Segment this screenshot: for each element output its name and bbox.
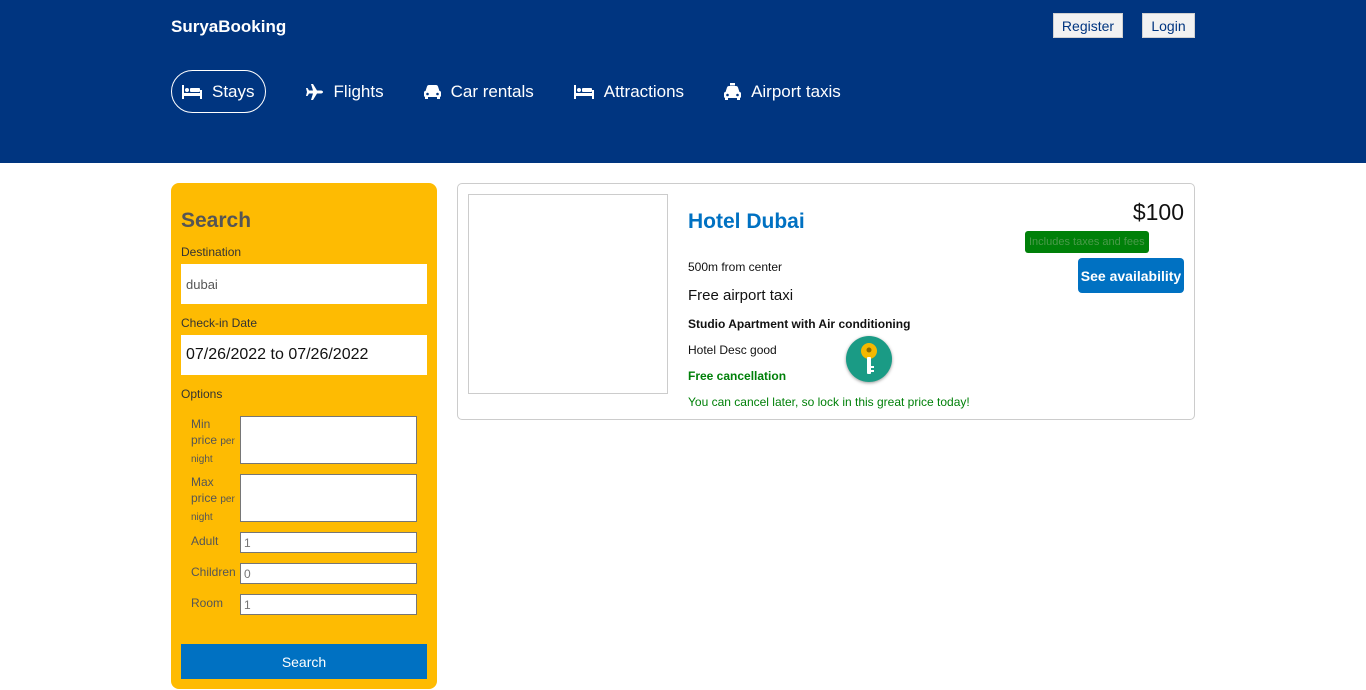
children-input[interactable]: 0 (240, 563, 417, 584)
distance: 500m from center (688, 260, 783, 274)
key-icon[interactable] (846, 336, 892, 382)
min-price-label: Min price per night (191, 417, 235, 465)
register-button[interactable]: Register (1053, 13, 1123, 38)
see-availability-button[interactable]: See availability (1078, 258, 1184, 293)
cancellation-title: Free cancellation (688, 369, 787, 383)
tab-attractions[interactable]: Attractions (573, 70, 685, 113)
bed-icon (182, 84, 202, 99)
search-title: Search (181, 209, 252, 232)
tax-badge: Includes taxes and fees (1025, 231, 1149, 253)
logo[interactable]: SuryaBooking (171, 17, 286, 37)
children-label: Children (191, 565, 236, 579)
cancellation-subtitle: You can cancel later, so lock in this gr… (688, 395, 970, 409)
destination-input[interactable]: dubai (181, 264, 427, 304)
max-price-label: Max price per night (191, 475, 235, 523)
tab-label: Airport taxis (751, 81, 841, 101)
plane-icon (305, 83, 323, 100)
search-result-item: Hotel Dubai 500m from center Free airpor… (457, 183, 1195, 420)
destination-label: Destination (181, 245, 242, 259)
tab-airport-taxis[interactable]: Airport taxis (724, 70, 841, 113)
tab-flights[interactable]: Flights (305, 70, 384, 113)
adult-label: Adult (191, 534, 219, 548)
room-label: Room (191, 596, 224, 610)
tab-label: Stays (212, 81, 255, 101)
checkin-label: Check-in Date (181, 316, 258, 330)
header: SuryaBooking Register Login Stays Flight… (0, 0, 1366, 163)
car-icon (423, 84, 441, 99)
checkin-date-input[interactable]: 07/26/2022 to 07/26/2022 (181, 335, 427, 375)
bed-icon (573, 84, 594, 99)
max-price-input[interactable] (240, 474, 417, 522)
adult-input[interactable]: 1 (240, 532, 417, 553)
taxi-offer: Free airport taxi (688, 287, 794, 304)
options-label: Options (181, 387, 223, 401)
room-type: Studio Apartment with Air conditioning (688, 317, 911, 331)
tab-label: Flights (333, 81, 384, 101)
search-button[interactable]: Search (181, 644, 427, 679)
tab-stays[interactable]: Stays (171, 70, 266, 113)
price: $100 (1132, 199, 1184, 225)
hotel-name[interactable]: Hotel Dubai (688, 210, 805, 234)
login-button[interactable]: Login (1142, 13, 1195, 38)
taxi-icon (724, 82, 742, 100)
search-panel: Search Destination dubai Check-in Date 0… (171, 183, 437, 689)
hotel-description: Hotel Desc good (688, 343, 777, 357)
hotel-image (468, 194, 668, 394)
tab-label: Attractions (603, 81, 685, 101)
min-price-input[interactable] (240, 416, 417, 464)
room-input[interactable]: 1 (240, 594, 417, 615)
tab-car-rentals[interactable]: Car rentals (423, 70, 534, 113)
tab-label: Car rentals (450, 81, 534, 101)
nav-tabs: Stays Flights Car rentals Attractions Ai… (171, 70, 841, 113)
